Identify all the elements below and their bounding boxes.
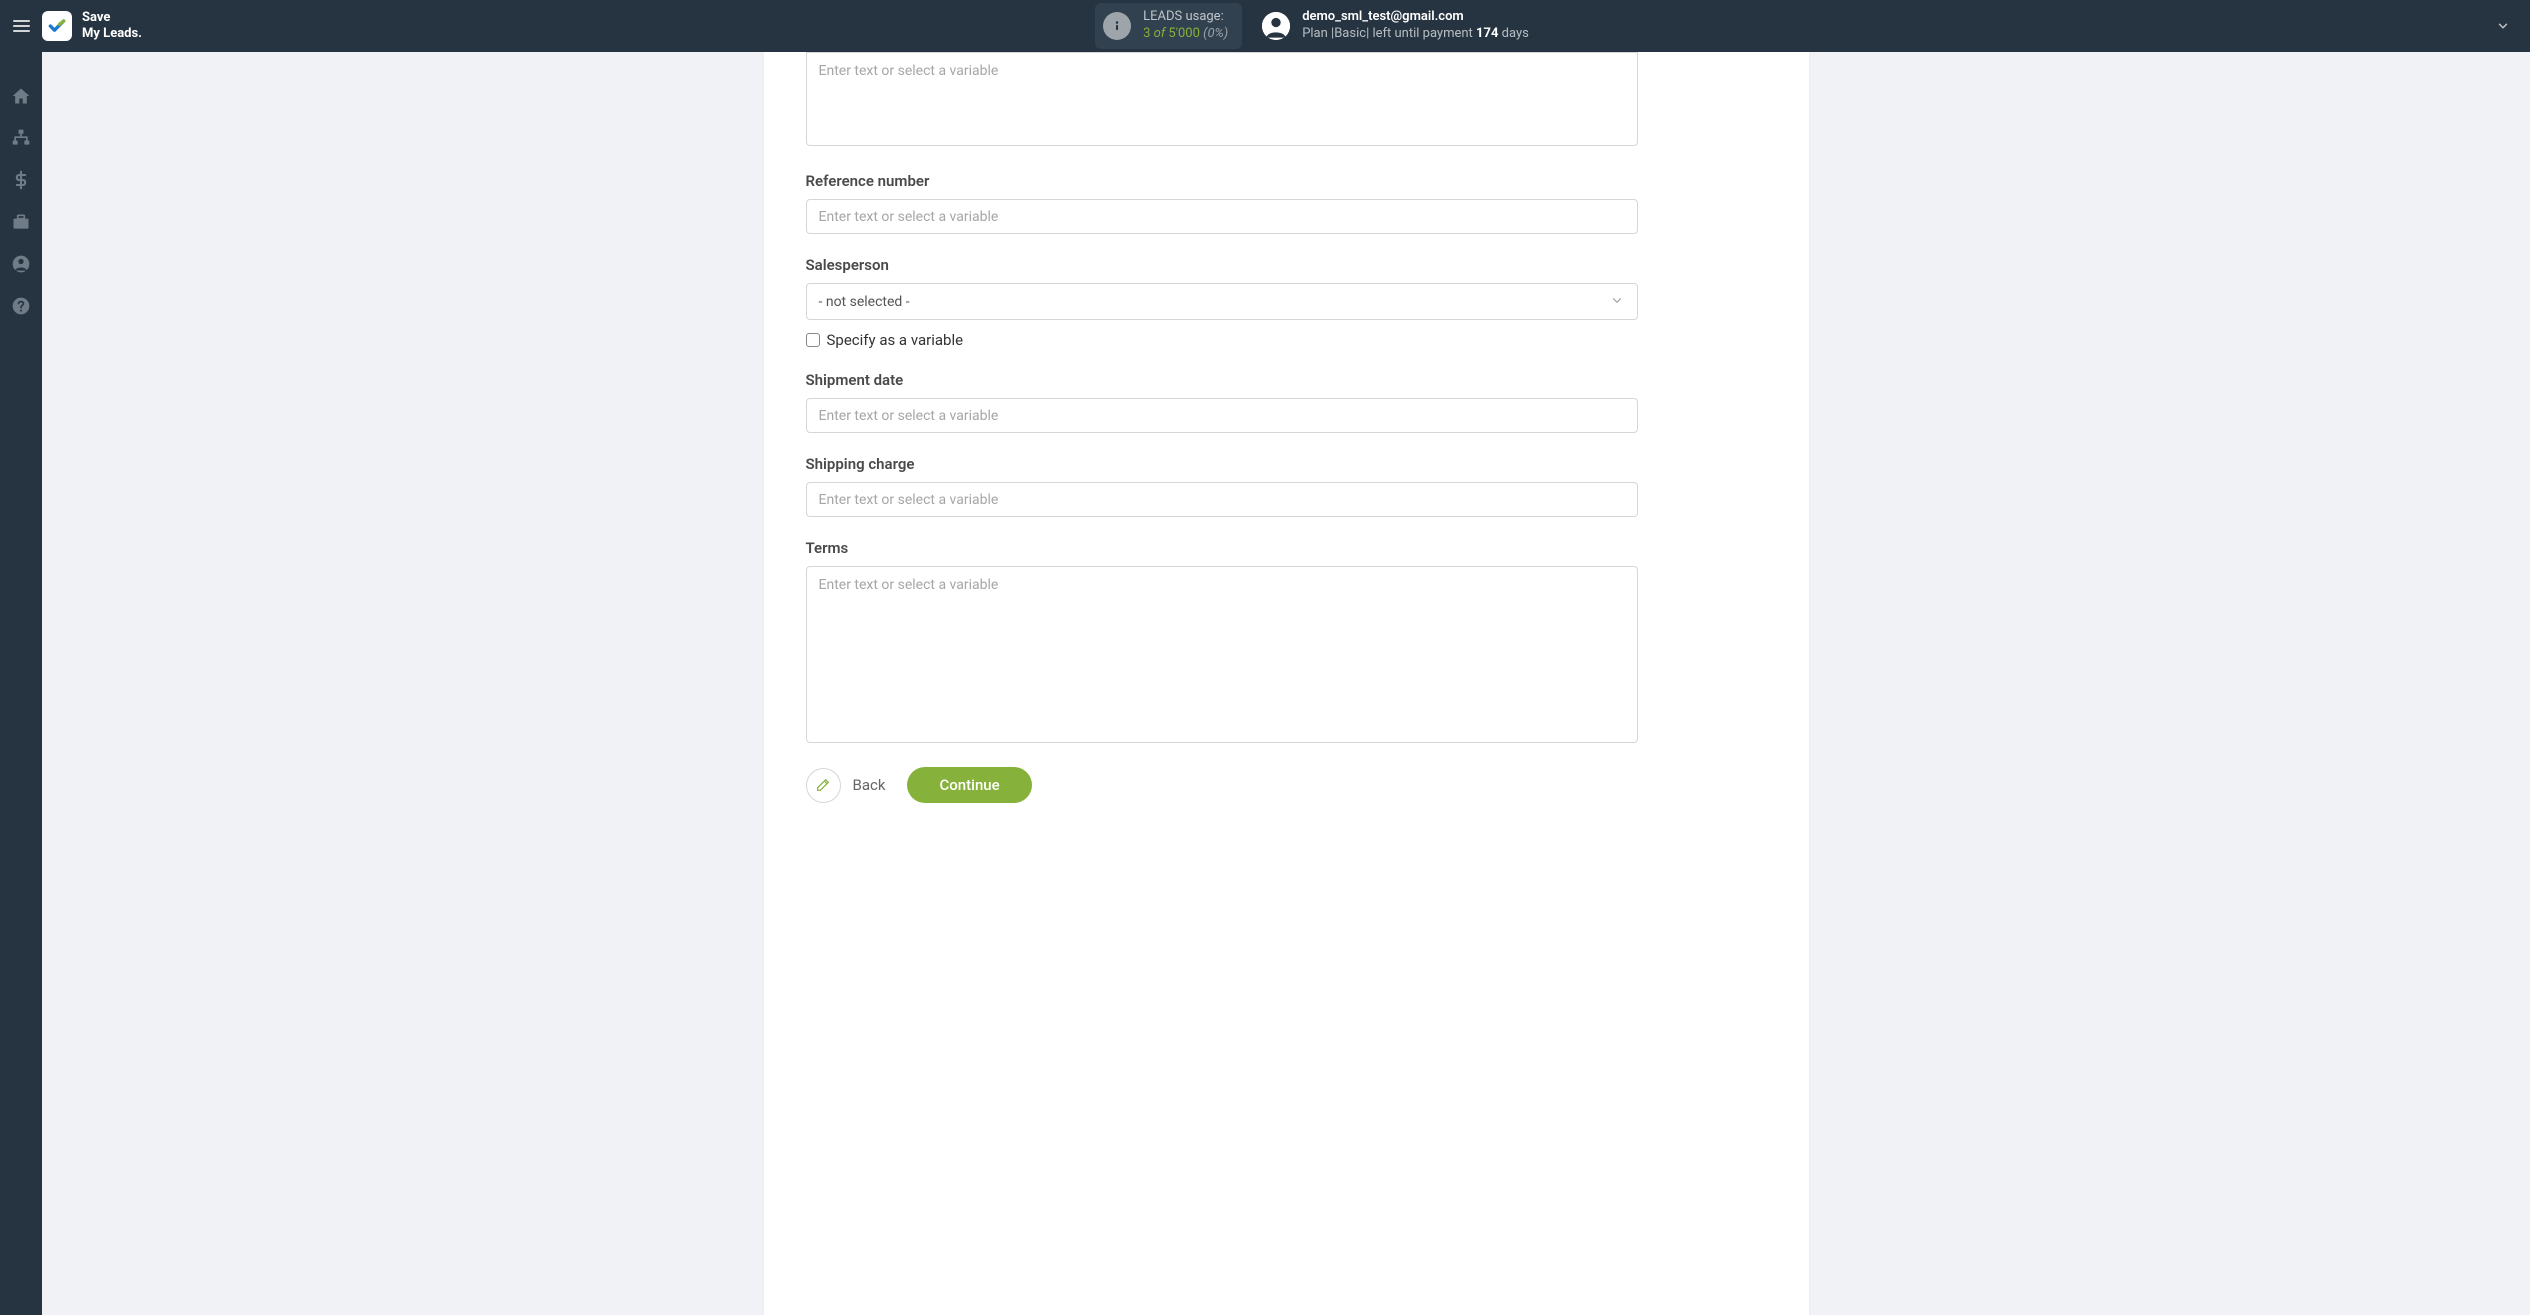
menu-toggle-button[interactable] bbox=[0, 0, 42, 52]
salesperson-select[interactable]: - not selected - bbox=[806, 283, 1638, 320]
logo-icon bbox=[42, 11, 72, 41]
brand-logo[interactable]: Save My Leads. bbox=[42, 10, 142, 41]
specify-variable-checkbox[interactable] bbox=[806, 333, 820, 347]
user-menu-toggle[interactable] bbox=[2488, 19, 2518, 33]
info-icon bbox=[1103, 12, 1131, 40]
nav-briefcase[interactable] bbox=[11, 212, 31, 232]
nav-billing[interactable] bbox=[11, 170, 31, 190]
terms-input[interactable] bbox=[806, 566, 1638, 743]
hamburger-icon bbox=[13, 20, 30, 32]
nav-help[interactable] bbox=[11, 296, 31, 316]
continue-button[interactable]: Continue bbox=[907, 767, 1031, 803]
top-textarea-input[interactable] bbox=[806, 52, 1638, 146]
shipment-date-input[interactable] bbox=[806, 398, 1638, 433]
side-nav bbox=[0, 52, 42, 1315]
usage-text: LEADS usage: 3 of 5'000 (0%) bbox=[1143, 9, 1228, 43]
content-area: Reference number Salesperson - not selec… bbox=[42, 52, 2530, 1315]
brand-text: Save My Leads. bbox=[82, 10, 142, 41]
nav-flow[interactable] bbox=[11, 128, 31, 148]
top-bar: Save My Leads. LEADS usage: 3 of 5'000 (… bbox=[0, 0, 2530, 52]
form-card: Reference number Salesperson - not selec… bbox=[764, 52, 1809, 1315]
back-button-label: Back bbox=[853, 776, 886, 794]
chevron-down-icon bbox=[2496, 19, 2510, 33]
edit-icon bbox=[806, 768, 841, 803]
specify-variable-label: Specify as a variable bbox=[827, 331, 964, 349]
nav-account[interactable] bbox=[11, 254, 31, 274]
reference-number-input[interactable] bbox=[806, 199, 1638, 234]
field-shipping-charge: Shipping charge bbox=[806, 455, 1638, 517]
label-shipment-date: Shipment date bbox=[806, 371, 1638, 389]
field-shipment-date: Shipment date bbox=[806, 371, 1638, 433]
salesperson-selected-value: - not selected - bbox=[819, 294, 910, 310]
nav-home[interactable] bbox=[11, 86, 31, 106]
label-terms: Terms bbox=[806, 539, 1638, 557]
user-info: demo_sml_test@gmail.com Plan |Basic| lef… bbox=[1302, 9, 1529, 43]
field-top-textarea bbox=[806, 52, 1638, 150]
label-shipping-charge: Shipping charge bbox=[806, 455, 1638, 473]
label-salesperson: Salesperson bbox=[806, 256, 1638, 274]
user-menu[interactable]: demo_sml_test@gmail.com Plan |Basic| lef… bbox=[1262, 9, 1529, 43]
label-reference-number: Reference number bbox=[806, 172, 1638, 190]
field-reference-number: Reference number bbox=[806, 172, 1638, 234]
action-buttons: Back Continue bbox=[806, 767, 1638, 803]
field-salesperson: Salesperson - not selected - Specify as … bbox=[806, 256, 1638, 349]
shipping-charge-input[interactable] bbox=[806, 482, 1638, 517]
field-terms: Terms bbox=[806, 539, 1638, 747]
back-button[interactable]: Back bbox=[806, 768, 886, 803]
usage-widget[interactable]: LEADS usage: 3 of 5'000 (0%) bbox=[1095, 3, 1242, 49]
specify-variable-row: Specify as a variable bbox=[806, 331, 1638, 349]
user-avatar-icon bbox=[1262, 12, 1290, 40]
